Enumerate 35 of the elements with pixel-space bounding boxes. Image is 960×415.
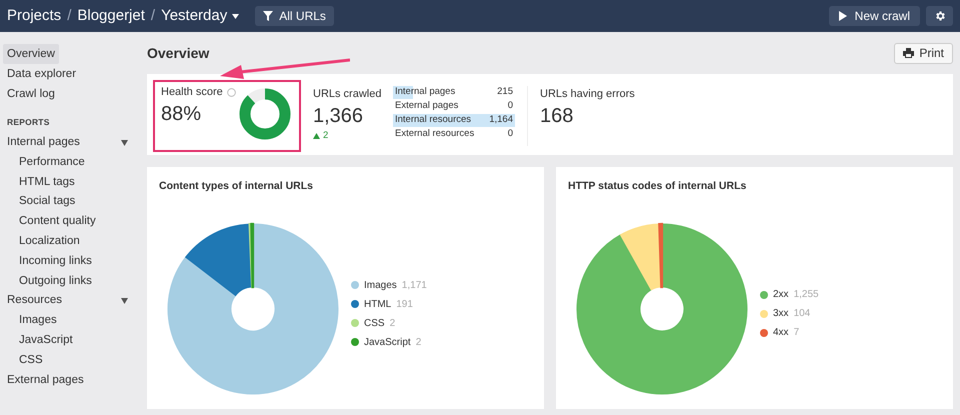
legend-value: 1,255 xyxy=(794,288,819,302)
legend-value: 7 xyxy=(794,326,800,340)
stat-value: 168 xyxy=(540,104,574,128)
legend-label: CSS xyxy=(364,316,385,331)
breakdown-value: 1,164 xyxy=(489,113,513,128)
legend-label: 3xx xyxy=(773,307,789,322)
legend-label: Images xyxy=(364,278,397,293)
stat-label: Health score xyxy=(161,85,223,100)
legend-value: 1,171 xyxy=(402,278,427,293)
legend-value: 2 xyxy=(416,336,422,350)
legend-label: 2xx xyxy=(773,288,789,302)
legend-label: 4xx xyxy=(773,326,789,340)
page-title: Overview xyxy=(147,44,210,62)
chart-title: Content types of internal URLs xyxy=(159,179,314,194)
chart-title: HTTP status codes of internal URLs xyxy=(568,179,748,194)
breakdown-label: External pages xyxy=(395,99,458,114)
legend-label: JavaScript xyxy=(364,336,411,350)
section-heading: REPORTS xyxy=(7,116,51,129)
legend-value: 191 xyxy=(396,298,413,312)
legend-label: HTML xyxy=(364,298,392,312)
change-value: 2 xyxy=(323,128,328,142)
breakdown-value: 215 xyxy=(497,85,513,100)
stat-label: URLs crawled xyxy=(313,87,382,102)
legend-value: 2 xyxy=(390,316,396,331)
breadcrumb-separator: / xyxy=(67,6,72,26)
breadcrumb-separator: / xyxy=(150,6,156,26)
stat-value: 88% xyxy=(161,102,202,126)
legend-value: 104 xyxy=(794,307,810,322)
breakdown-value: 0 xyxy=(508,127,513,142)
breakdown-label: External resources xyxy=(395,127,474,142)
breakdown-label: Internal pages xyxy=(395,85,456,100)
stat-label: URLs having errors xyxy=(540,87,635,102)
breakdown-value: 0 xyxy=(508,99,513,114)
stat-value: 1,366 xyxy=(313,104,364,128)
breakdown-label: Internal resources xyxy=(395,113,472,128)
